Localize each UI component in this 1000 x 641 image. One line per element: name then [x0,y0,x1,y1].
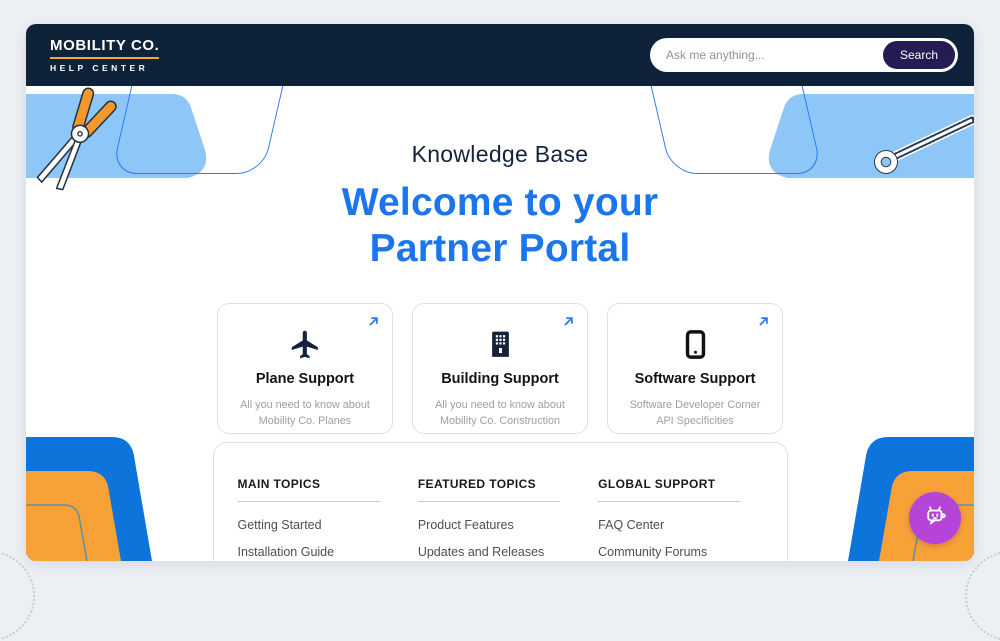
topics-heading: MAIN TOPICS [238,477,398,491]
divider [418,501,560,502]
building-icon [484,326,517,362]
hero-title-line2: Partner Portal [26,226,974,272]
logo[interactable]: MOBILITY CO. HELP CENTER [50,38,159,73]
hero-section: Knowledge Base Welcome to your Partner P… [26,86,974,303]
topics-heading: GLOBAL SUPPORT [598,477,758,491]
logo-title: MOBILITY CO. [50,38,159,59]
topics-column-global: GLOBAL SUPPORT FAQ Center Community Foru… [598,477,758,561]
corner-shapes-right-decoration [844,437,974,561]
card-title: Plane Support [256,371,354,387]
top-navbar: MOBILITY CO. HELP CENTER Search [26,24,974,86]
topics-column-main: MAIN TOPICS Getting Started Installation… [238,477,398,561]
search-bar: Search [650,38,958,72]
topic-link[interactable]: Updates and Releases [418,545,578,559]
plane-icon [289,326,322,362]
card-title: Building Support [441,371,559,387]
topics-column-featured: FEATURED TOPICS Product Features Updates… [418,477,578,561]
external-link-arrow-icon [561,314,576,334]
topic-link[interactable]: Installation Guide [238,545,398,559]
card-description: Software Developer Corner API Specificit… [630,397,761,429]
dotted-corner-decoration [965,551,1000,641]
topics-panel: MAIN TOPICS Getting Started Installation… [213,442,788,561]
page-background: MOBILITY CO. HELP CENTER Search [0,0,1000,586]
card-description: All you need to know about Mobility Co. … [435,397,565,429]
support-card-software[interactable]: Software Support Software Developer Corn… [607,303,783,434]
external-link-arrow-icon [366,314,381,334]
tablet-icon [679,326,712,362]
help-center-window: MOBILITY CO. HELP CENTER Search [26,24,974,561]
logo-subtitle: HELP CENTER [50,64,159,73]
dotted-corner-decoration [0,551,35,641]
support-card-building[interactable]: Building Support All you need to know ab… [412,303,588,434]
corner-shapes-left-decoration [26,437,156,561]
divider [598,501,740,502]
topic-link[interactable]: Getting Started [238,518,398,532]
topic-link[interactable]: Community Forums [598,545,758,559]
support-cards-row: Plane Support All you need to know about… [26,303,974,434]
card-title: Software Support [635,371,756,387]
hero-title-line1: Welcome to your [26,180,974,226]
topic-link[interactable]: FAQ Center [598,518,758,532]
topics-heading: FEATURED TOPICS [418,477,578,491]
chatbot-icon [920,502,950,535]
divider [238,501,380,502]
hero-title: Welcome to your Partner Portal [26,180,974,271]
chatbot-button[interactable] [909,492,961,544]
topic-link[interactable]: Product Features [418,518,578,532]
external-link-arrow-icon [756,314,771,334]
card-description: All you need to know about Mobility Co. … [240,397,370,429]
support-card-plane[interactable]: Plane Support All you need to know about… [217,303,393,434]
search-button[interactable]: Search [883,41,955,69]
hero-eyebrow: Knowledge Base [26,141,974,168]
